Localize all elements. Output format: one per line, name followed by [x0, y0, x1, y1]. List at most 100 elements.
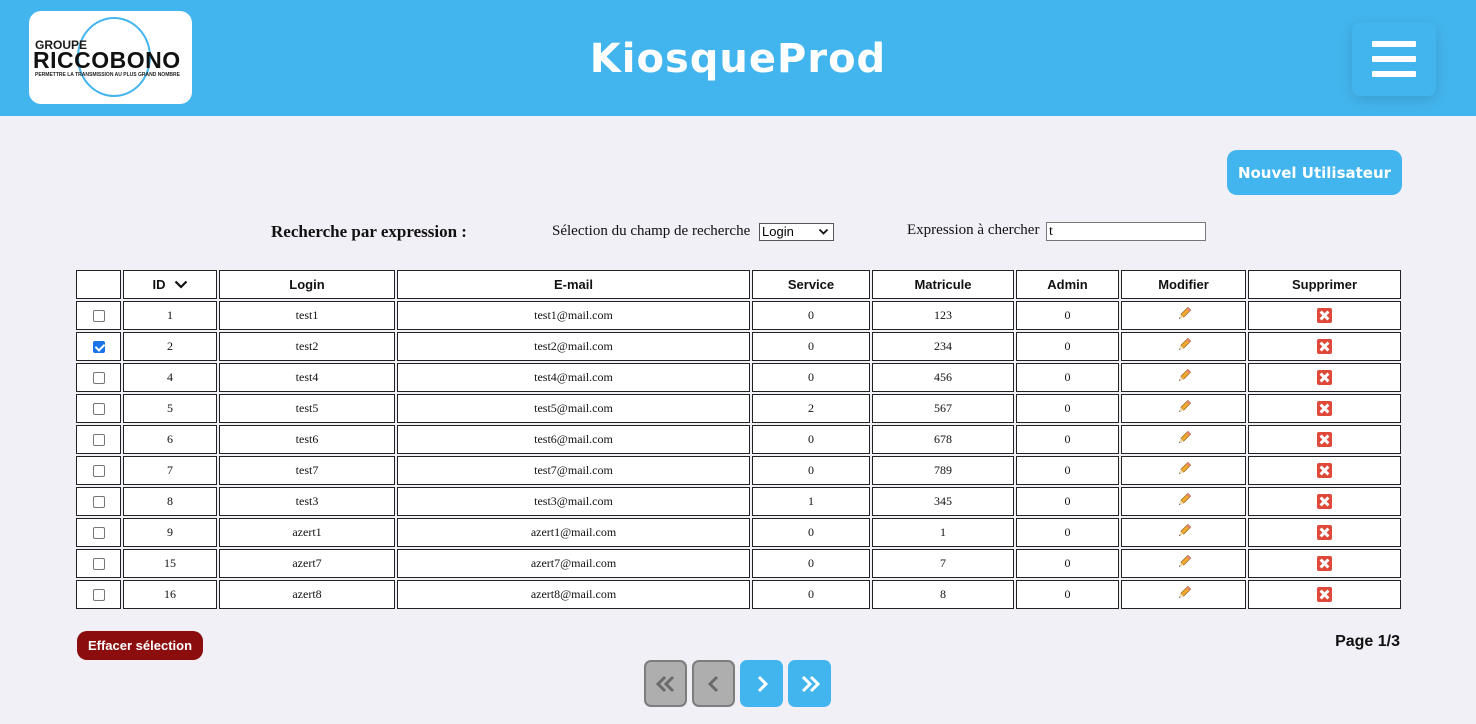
edit-button[interactable] — [1176, 399, 1192, 419]
cell-service: 0 — [752, 549, 870, 578]
cell-service: 0 — [752, 580, 870, 609]
cell-supprimer — [1248, 580, 1401, 609]
users-table: ID Login E-mail Service Matricule Admin … — [74, 268, 1403, 611]
delete-x-icon[interactable] — [1317, 556, 1332, 572]
cell-id: 9 — [123, 518, 217, 547]
header-id[interactable]: ID — [123, 270, 217, 299]
header-service[interactable]: Service — [752, 270, 870, 299]
search-field-value: Login — [762, 224, 794, 239]
edit-button[interactable] — [1176, 523, 1192, 543]
pencil-icon — [1178, 461, 1191, 474]
cell-login: test4 — [219, 363, 395, 392]
edit-button[interactable] — [1176, 337, 1192, 357]
row-checkbox[interactable] — [92, 527, 105, 540]
edit-button[interactable] — [1176, 492, 1192, 512]
cell-login: test2 — [219, 332, 395, 361]
row-checkbox[interactable] — [92, 310, 105, 323]
header-select — [76, 270, 121, 299]
pencil-icon — [1178, 554, 1191, 567]
cell-modifier — [1121, 425, 1246, 454]
edit-button[interactable] — [1176, 368, 1192, 388]
edit-button[interactable] — [1176, 306, 1192, 326]
first-page-button[interactable] — [644, 660, 687, 707]
expression-input[interactable]: t — [1046, 222, 1206, 241]
header-email[interactable]: E-mail — [397, 270, 750, 299]
clear-selection-button[interactable]: Effacer sélection — [77, 631, 203, 660]
edit-button[interactable] — [1176, 430, 1192, 450]
menu-bar — [1372, 56, 1416, 62]
cell-login: test7 — [219, 456, 395, 485]
row-checkbox[interactable] — [92, 496, 105, 509]
chevron-right-icon — [757, 675, 768, 692]
table-row: 1 test1 test1@mail.com 0 123 0 — [76, 301, 1401, 330]
new-user-button[interactable]: Nouvel Utilisateur — [1227, 150, 1402, 195]
header-login[interactable]: Login — [219, 270, 395, 299]
cell-email: azert7@mail.com — [397, 549, 750, 578]
row-checkbox[interactable] — [92, 403, 105, 416]
cell-service: 0 — [752, 456, 870, 485]
table-row: 9 azert1 azert1@mail.com 0 1 0 — [76, 518, 1401, 547]
delete-x-icon[interactable] — [1317, 587, 1332, 603]
delete-x-icon[interactable] — [1317, 432, 1332, 448]
expression-label: Expression à chercher — [907, 222, 1040, 238]
last-page-button[interactable] — [788, 660, 831, 707]
table-row: 8 test3 test3@mail.com 1 345 0 — [76, 487, 1401, 516]
cell-modifier — [1121, 394, 1246, 423]
row-checkbox[interactable] — [92, 465, 105, 478]
delete-x-icon[interactable] — [1317, 494, 1332, 510]
cell-modifier — [1121, 518, 1246, 547]
delete-x-icon[interactable] — [1317, 308, 1332, 324]
pencil-icon — [1178, 368, 1191, 381]
edit-button[interactable] — [1176, 585, 1192, 605]
cell-admin: 0 — [1016, 301, 1119, 330]
header-matricule[interactable]: Matricule — [872, 270, 1014, 299]
row-checkbox[interactable] — [92, 434, 105, 447]
row-checkbox[interactable] — [92, 589, 105, 602]
cell-modifier — [1121, 363, 1246, 392]
cell-id: 8 — [123, 487, 217, 516]
chevron-down-icon — [818, 228, 829, 235]
cell-email: test6@mail.com — [397, 425, 750, 454]
header-modifier: Modifier — [1121, 270, 1246, 299]
cell-matricule: 1 — [872, 518, 1014, 547]
row-checkbox[interactable] — [92, 558, 105, 571]
header-admin[interactable]: Admin — [1016, 270, 1119, 299]
cell-matricule: 567 — [872, 394, 1014, 423]
next-page-button[interactable] — [740, 660, 783, 707]
delete-x-icon[interactable] — [1317, 463, 1332, 479]
cell-login: test5 — [219, 394, 395, 423]
header-supprimer: Supprimer — [1248, 270, 1401, 299]
delete-x-icon[interactable] — [1317, 401, 1332, 417]
hamburger-menu-icon[interactable] — [1352, 22, 1436, 96]
pencil-icon — [1178, 523, 1191, 536]
delete-x-icon[interactable] — [1317, 370, 1332, 386]
cell-supprimer — [1248, 301, 1401, 330]
cell-id: 16 — [123, 580, 217, 609]
edit-button[interactable] — [1176, 554, 1192, 574]
edit-button[interactable] — [1176, 461, 1192, 481]
cell-login: test1 — [219, 301, 395, 330]
cell-supprimer — [1248, 394, 1401, 423]
cell-modifier — [1121, 487, 1246, 516]
search-field-select[interactable]: Login — [759, 223, 834, 241]
cell-id: 4 — [123, 363, 217, 392]
row-checkbox[interactable] — [92, 372, 105, 385]
previous-page-button[interactable] — [692, 660, 735, 707]
cell-admin: 0 — [1016, 363, 1119, 392]
riccobono-logo[interactable]: GROUPE RICCOBONO PERMETTRE LA TRANSMISSI… — [29, 11, 192, 104]
cell-service: 2 — [752, 394, 870, 423]
pencil-icon — [1178, 430, 1191, 443]
cell-admin: 0 — [1016, 456, 1119, 485]
cell-admin: 0 — [1016, 549, 1119, 578]
double-chevron-left-icon — [655, 675, 674, 692]
row-checkbox[interactable] — [92, 341, 105, 354]
table-row: 7 test7 test7@mail.com 0 789 0 — [76, 456, 1401, 485]
menu-bar — [1372, 71, 1416, 77]
delete-x-icon[interactable] — [1317, 339, 1332, 355]
pencil-icon — [1178, 399, 1191, 412]
pencil-icon — [1178, 306, 1191, 319]
delete-x-icon[interactable] — [1317, 525, 1332, 541]
cell-login: azert1 — [219, 518, 395, 547]
app-title: KiosqueProd — [589, 36, 887, 82]
cell-supprimer — [1248, 456, 1401, 485]
